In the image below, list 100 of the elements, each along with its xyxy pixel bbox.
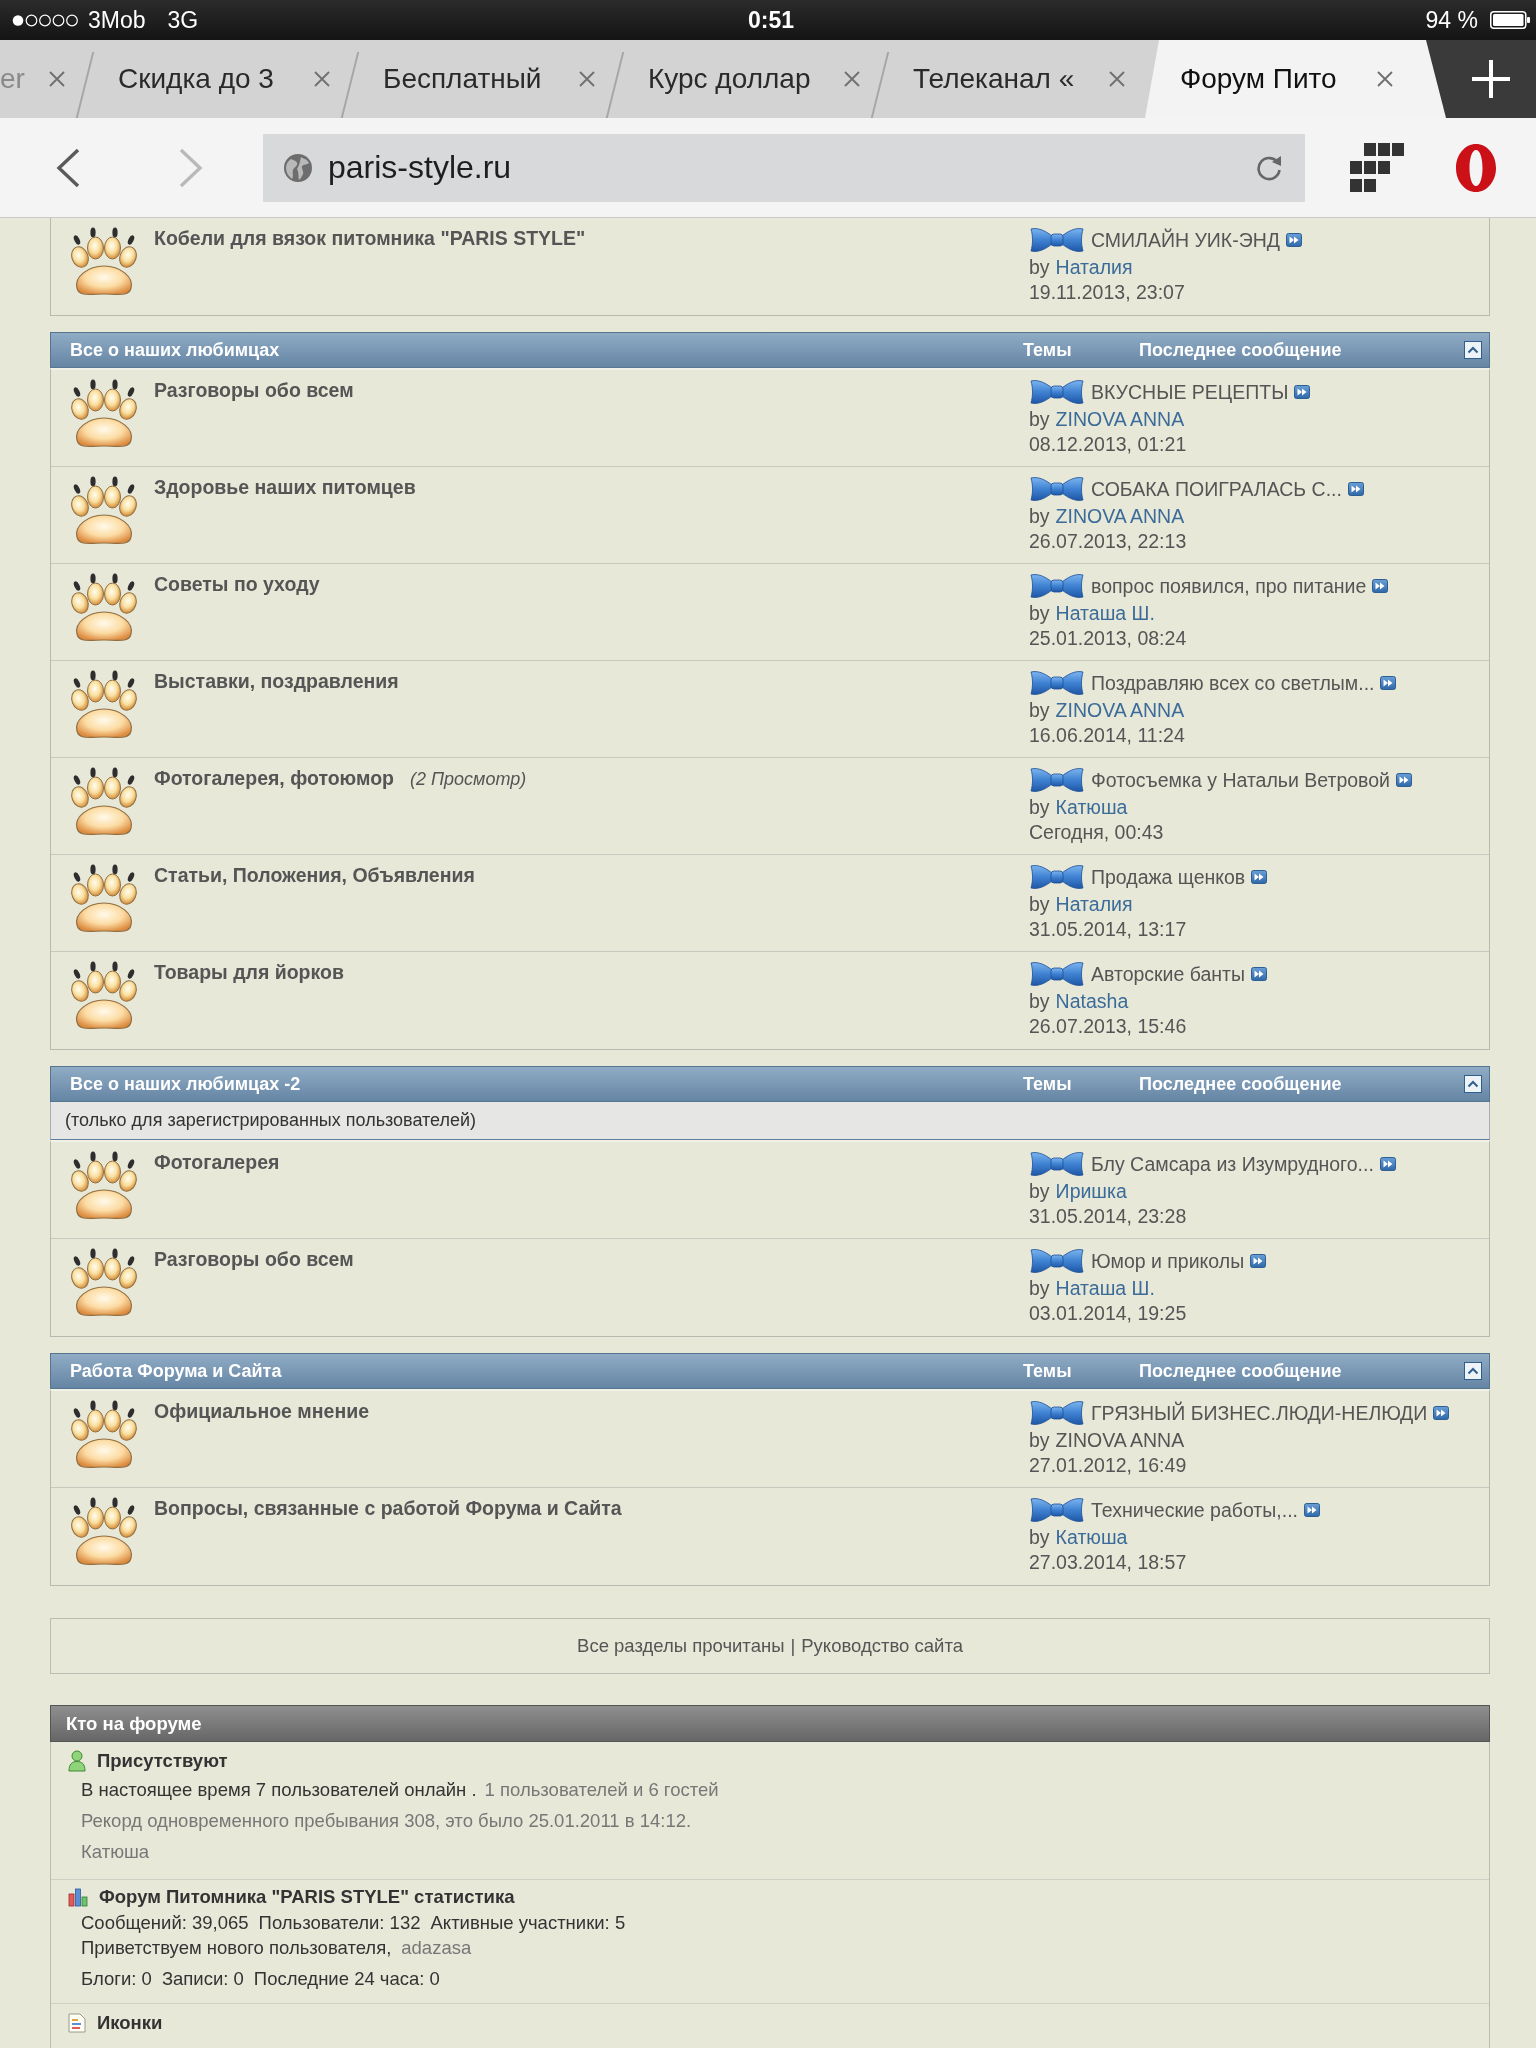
- fast-forward-icon[interactable]: [1251, 967, 1268, 981]
- last-post-title[interactable]: Блу Самсара из Изумрудного...: [1091, 1152, 1374, 1176]
- signal-icon: [12, 13, 78, 27]
- last-post-title[interactable]: вопрос появился, про питание: [1091, 574, 1367, 598]
- grid-icon[interactable]: [1350, 143, 1404, 192]
- address-field[interactable]: paris-style.ru: [263, 133, 1305, 202]
- forum-title[interactable]: Выставки, поздравления: [154, 670, 399, 692]
- fast-forward-icon[interactable]: [1433, 1406, 1450, 1420]
- info-text: Блоги: 0: [81, 1967, 152, 1991]
- last-post-title[interactable]: Технические работы,...: [1091, 1498, 1298, 1522]
- bow-tie-icon: [1029, 1150, 1085, 1178]
- author-link[interactable]: Катюша: [1055, 795, 1128, 820]
- forum-title[interactable]: Советы по уходу: [154, 573, 320, 595]
- last-post-title[interactable]: Фотосъемка у Натальи Ветровой: [1091, 768, 1390, 792]
- last-post-title[interactable]: ВКУСНЫЕ РЕЦЕПТЫ: [1091, 380, 1289, 404]
- fast-forward-icon[interactable]: [1396, 773, 1412, 787]
- author-link[interactable]: Наталия: [1055, 255, 1133, 280]
- author-link[interactable]: Наташа Ш.: [1055, 601, 1155, 626]
- browser-tab[interactable]: Телеканал «: [880, 40, 1145, 118]
- fast-forward-icon[interactable]: [1379, 1157, 1396, 1171]
- section-heading: Форум Питомника "PARIS STYLE" статистика: [99, 1886, 515, 1908]
- fast-forward-icon[interactable]: [1380, 676, 1397, 690]
- fast-forward-icon[interactable]: [1294, 385, 1311, 399]
- user-link[interactable]: Катюша: [81, 1836, 150, 1867]
- footer-link[interactable]: Все разделы прочитаны: [577, 1635, 785, 1657]
- fast-forward-icon[interactable]: [1286, 233, 1302, 247]
- column-heading: Темы: [1023, 1073, 1073, 1095]
- author-link[interactable]: Катюша: [1055, 1525, 1128, 1550]
- last-post-title[interactable]: Авторские банты: [1091, 962, 1246, 986]
- post-date: 27.03.2014, 18:57: [1029, 1550, 1187, 1575]
- user-icon: [68, 1750, 86, 1772]
- last-post-title[interactable]: Продажа щенков: [1091, 865, 1246, 889]
- section-heading: Иконки: [97, 2012, 163, 2034]
- bow-tie-icon: [1029, 1496, 1085, 1524]
- info-text: Сообщений: 39,065: [81, 1911, 249, 1935]
- forum-title[interactable]: Здоровье наших питомцев: [154, 476, 416, 498]
- info-text: Последние 24 часа: 0: [253, 1967, 440, 1991]
- fast-forward-icon[interactable]: [1372, 579, 1389, 593]
- plus-icon: [1472, 60, 1510, 98]
- forum-title[interactable]: Статьи, Положения, Объявления: [154, 864, 475, 886]
- collapse-icon[interactable]: [1464, 1075, 1482, 1093]
- close-icon[interactable]: [314, 71, 330, 87]
- last-post-title[interactable]: Поздравляю всех со светлым...: [1091, 671, 1375, 695]
- collapse-icon[interactable]: [1464, 341, 1482, 359]
- column-heading: Темы: [1023, 1360, 1073, 1382]
- author-link[interactable]: Наталия: [1055, 892, 1133, 917]
- forum-title[interactable]: Официальное мнение: [154, 1400, 370, 1422]
- reload-icon[interactable]: [1255, 153, 1283, 182]
- forum-title[interactable]: Разговоры обо всем: [154, 379, 354, 401]
- post-date: 08.12.2013, 01:21: [1029, 432, 1187, 457]
- bow-tie-icon: [1029, 226, 1085, 254]
- last-post-title[interactable]: СМИЛАЙН УИК-ЭНД: [1091, 228, 1280, 252]
- last-post-title[interactable]: Юмор и приколы: [1091, 1249, 1245, 1273]
- forum-title[interactable]: Фотогалерея: [154, 1151, 280, 1173]
- forum-title[interactable]: Вопросы, связанные с работой Форума и Сайта: [154, 1497, 622, 1519]
- author-link[interactable]: Natasha: [1055, 989, 1129, 1014]
- category-title[interactable]: Все о наших любимцах: [70, 339, 1023, 361]
- fast-forward-icon[interactable]: [1251, 870, 1268, 884]
- forum-title[interactable]: Товары для йорков: [154, 961, 344, 983]
- author-link[interactable]: Иришка: [1055, 1179, 1127, 1204]
- last-post-title[interactable]: СОБАКА ПОИГРАЛАСЬ С...: [1091, 477, 1342, 501]
- post-date: 03.01.2014, 19:25: [1029, 1301, 1187, 1326]
- footer-link[interactable]: Руководство сайта: [801, 1635, 963, 1657]
- forum-title[interactable]: Разговоры обо всем: [154, 1248, 354, 1270]
- bar-chart-icon: [68, 1887, 88, 1907]
- by-label: by: [1029, 989, 1050, 1014]
- forum-title[interactable]: Кобели для вязок питомника "PARIS STYLE": [154, 227, 586, 249]
- new-tab-button[interactable]: [1426, 40, 1536, 118]
- viewer-count: (2 Просмотр): [410, 769, 527, 789]
- collapse-icon[interactable]: [1464, 1362, 1482, 1380]
- close-icon[interactable]: [1109, 71, 1125, 87]
- browser-logo-icon[interactable]: [1455, 142, 1497, 193]
- info-text: Записи: 0: [161, 1967, 244, 1991]
- browser-tab[interactable]: Скидка до 3: [85, 40, 350, 118]
- author-link[interactable]: ZINOVA ANNA: [1055, 504, 1185, 529]
- bow-tie-icon: [1029, 378, 1085, 406]
- close-icon[interactable]: [1377, 71, 1393, 87]
- fast-forward-icon[interactable]: [1250, 1254, 1267, 1268]
- back-icon[interactable]: [55, 147, 81, 188]
- category-title[interactable]: Все о наших любимцах -2: [70, 1073, 1023, 1095]
- last-post-title[interactable]: ГРЯЗНЫЙ БИЗНЕС.ЛЮДИ-НЕЛЮДИ: [1091, 1401, 1428, 1425]
- forum-title[interactable]: Фотогалерея, фотоюмор: [154, 767, 394, 789]
- section-heading: Присутствуют: [97, 1750, 228, 1772]
- battery-percent: 94 %: [1425, 6, 1478, 34]
- close-icon[interactable]: [49, 71, 65, 87]
- author-link[interactable]: ZINOVA ANNA: [1055, 698, 1185, 723]
- author-link[interactable]: ZINOVA ANNA: [1055, 407, 1185, 432]
- browser-tab[interactable]: Форум Пито: [1145, 40, 1446, 118]
- browser-tab[interactable]: Бесплатный: [350, 40, 615, 118]
- close-icon[interactable]: [579, 71, 595, 87]
- browser-tab[interactable]: Курс доллар: [615, 40, 880, 118]
- post-date: Сегодня, 00:43: [1029, 820, 1164, 845]
- fast-forward-icon[interactable]: [1347, 482, 1364, 496]
- column-heading: Последнее сообщение: [1139, 1360, 1343, 1382]
- bow-tie-icon: [1029, 1399, 1085, 1427]
- author-link[interactable]: Наташа Ш.: [1055, 1276, 1155, 1301]
- fast-forward-icon[interactable]: [1304, 1503, 1320, 1517]
- close-icon[interactable]: [844, 71, 860, 87]
- clock-time: 0:51: [748, 6, 795, 34]
- user-link[interactable]: adazasa: [401, 1935, 472, 1960]
